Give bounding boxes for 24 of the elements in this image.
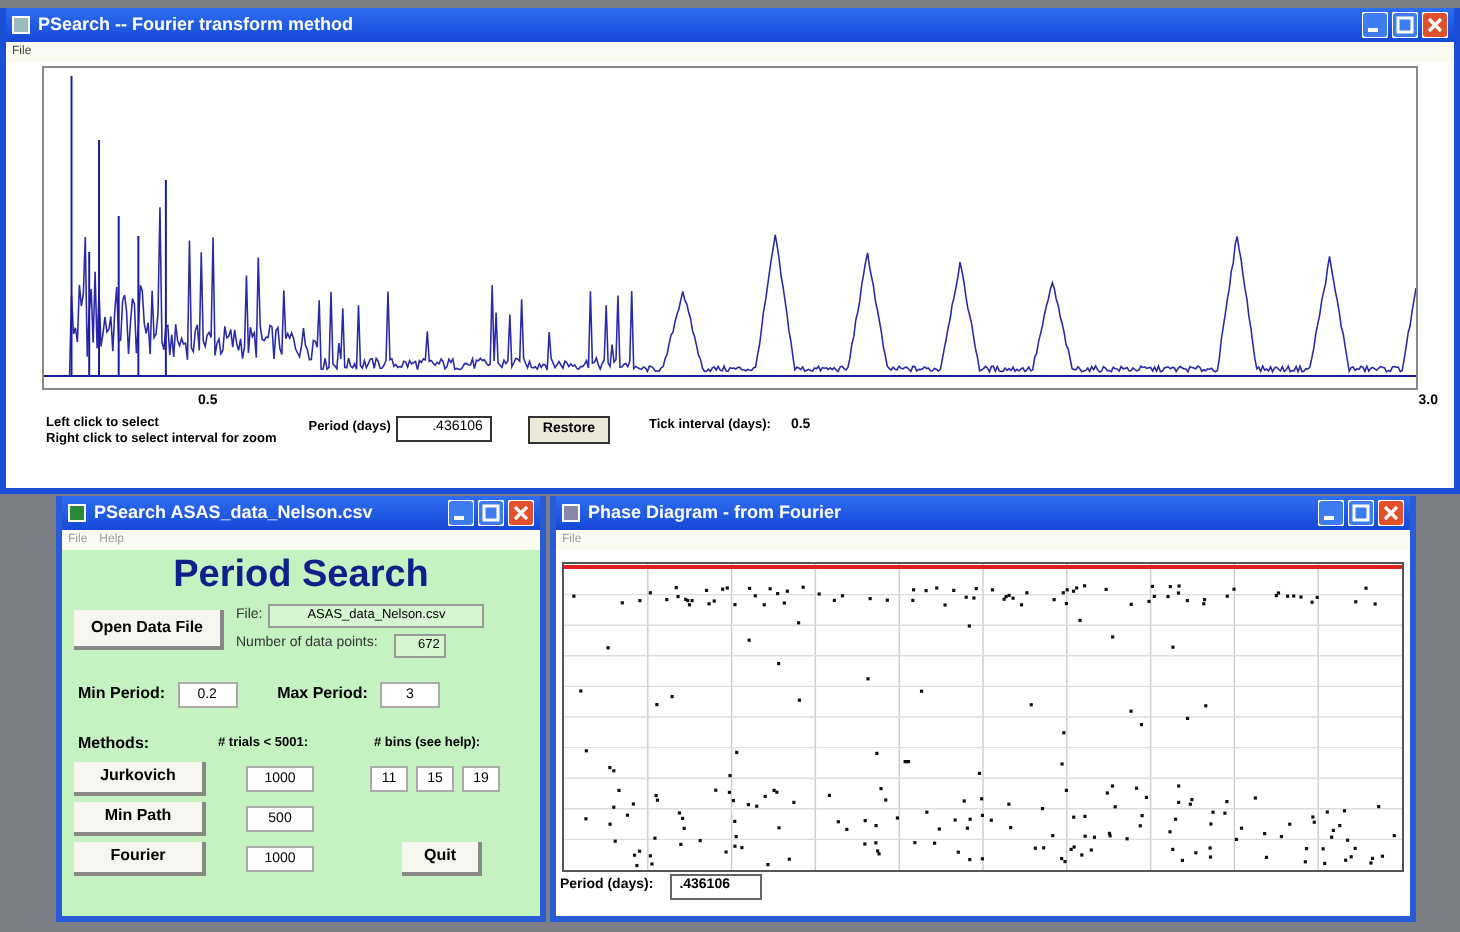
minimize-icon[interactable] [1362, 12, 1388, 38]
field-label: Max Period: [277, 682, 368, 706]
maximize-icon[interactable] [1392, 12, 1418, 38]
heading: Period Search [171, 552, 431, 600]
maximize-icon[interactable] [478, 500, 504, 526]
app-icon [562, 504, 580, 522]
maximize-icon[interactable] [1348, 500, 1374, 526]
app-icon [68, 504, 86, 522]
app-icon [12, 16, 30, 34]
minimize-icon[interactable] [1318, 500, 1344, 526]
close-icon[interactable] [1422, 12, 1448, 38]
quit-button[interactable]: Quit [402, 841, 482, 875]
close-icon[interactable] [1378, 500, 1404, 526]
field-label: Min Period: [78, 682, 166, 706]
window-title: PSearch -- Fourier transform method [38, 11, 354, 38]
field-label: Methods: [78, 731, 152, 755]
close-icon[interactable] [508, 500, 534, 526]
method-button[interactable]: Jurkovich [74, 761, 206, 795]
window-title: PSearch ASAS_data_Nelson.csv [94, 499, 373, 526]
window-title: Phase Diagram - from Fourier [588, 499, 842, 526]
minimize-icon[interactable] [448, 500, 474, 526]
method-button[interactable]: Fourier [74, 841, 206, 875]
method-button[interactable]: Min Path [74, 801, 206, 835]
open-file-button[interactable]: Open Data File [74, 610, 224, 650]
